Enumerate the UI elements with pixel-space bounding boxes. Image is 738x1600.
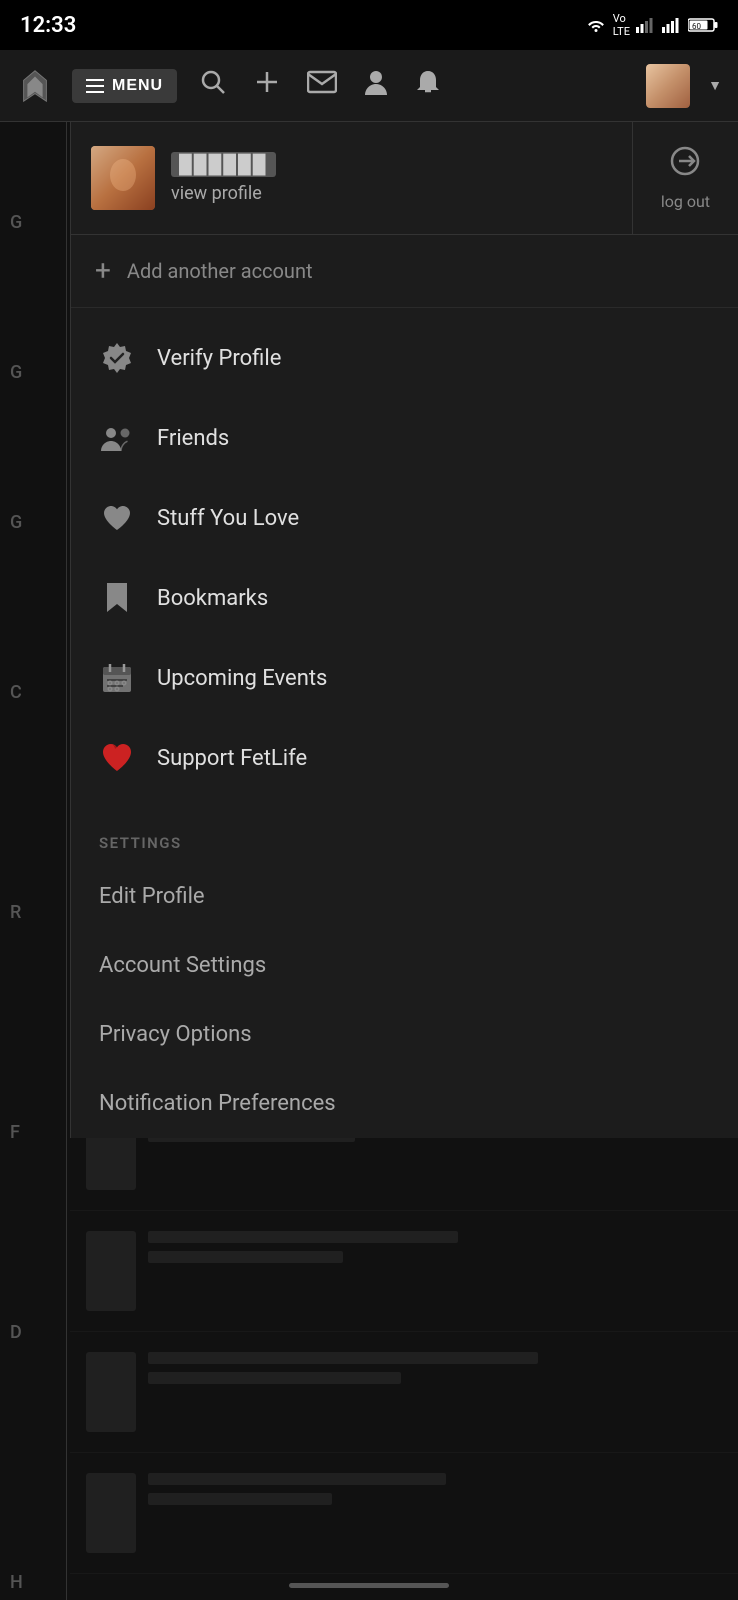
- friends-icon: [99, 420, 135, 456]
- settings-item-privacy-options[interactable]: Privacy Options: [71, 1000, 738, 1069]
- menu-item-bookmarks[interactable]: Bookmarks: [71, 558, 738, 638]
- logout-text: log out: [661, 192, 710, 211]
- settings-item-edit-profile[interactable]: Edit Profile: [71, 862, 738, 931]
- dropdown-menu-panel: ██████ view profile log out + Add: [70, 122, 738, 1138]
- side-letter-c: C: [10, 682, 22, 703]
- notification-bell-icon[interactable]: [411, 64, 445, 107]
- add-account-icon: +: [95, 257, 111, 285]
- menu-button[interactable]: MENU: [72, 69, 177, 103]
- upcoming-events-icon: [99, 660, 135, 696]
- menu-item-friends[interactable]: Friends: [71, 398, 738, 478]
- page-content: G G G C R F D H: [0, 122, 738, 1600]
- nav-dropdown-arrow: ▼: [708, 77, 722, 94]
- menu-item-upcoming-events[interactable]: Upcoming Events: [71, 638, 738, 718]
- signal-icon2: [662, 17, 682, 33]
- settings-section: SETTINGS Edit Profile Account Settings P…: [71, 818, 738, 1138]
- side-letters: G G G C R F D H: [0, 122, 70, 1600]
- privacy-options-label: Privacy Options: [99, 1022, 252, 1047]
- status-icons: VoLTE 60: [585, 12, 718, 38]
- menu-item-verify-profile[interactable]: Verify Profile: [71, 318, 738, 398]
- menu-items: Verify Profile Friends: [71, 308, 738, 808]
- top-nav: MENU ▼: [0, 50, 738, 122]
- side-letter-d: D: [10, 1322, 22, 1343]
- friends-label: Friends: [157, 426, 229, 451]
- profile-avatar: [91, 146, 155, 210]
- verify-profile-icon: [99, 340, 135, 376]
- side-letter-h: H: [10, 1572, 23, 1593]
- verify-profile-label: Verify Profile: [157, 346, 281, 371]
- view-profile-link[interactable]: view profile: [171, 183, 276, 204]
- upcoming-events-label: Upcoming Events: [157, 666, 327, 691]
- add-account-label: Add another account: [127, 259, 313, 283]
- side-letter-g3: G: [10, 512, 22, 533]
- person-icon[interactable]: [359, 64, 393, 107]
- side-letter-r: R: [10, 902, 21, 923]
- settings-header: SETTINGS: [71, 818, 738, 862]
- side-letter-f: F: [10, 1122, 20, 1143]
- logout-icon: [669, 145, 701, 184]
- app-logo: [16, 67, 54, 105]
- profile-username: ██████: [171, 152, 276, 177]
- stuff-you-love-icon: [99, 500, 135, 536]
- logout-button[interactable]: log out: [632, 122, 738, 234]
- settings-item-notification-preferences[interactable]: Notification Preferences: [71, 1069, 738, 1138]
- notification-preferences-label: Notification Preferences: [99, 1091, 336, 1116]
- mail-icon[interactable]: [303, 66, 341, 105]
- menu-item-stuff-you-love[interactable]: Stuff You Love: [71, 478, 738, 558]
- status-time: 12:33: [20, 13, 76, 38]
- menu-label: MENU: [112, 77, 163, 95]
- volte-indicator: VoLTE: [613, 12, 630, 38]
- hamburger-icon: [86, 79, 104, 93]
- home-indicator: [289, 1583, 449, 1588]
- svg-text:60: 60: [692, 22, 701, 31]
- settings-item-account-settings[interactable]: Account Settings: [71, 931, 738, 1000]
- status-bar: 12:33 VoLTE 60: [0, 0, 738, 50]
- stuff-you-love-label: Stuff You Love: [157, 506, 299, 531]
- battery-icon: 60: [688, 17, 718, 33]
- bookmarks-icon: [99, 580, 135, 616]
- account-settings-label: Account Settings: [99, 953, 266, 978]
- menu-item-support-fetlife[interactable]: Support FetLife: [71, 718, 738, 798]
- signal-icon: [636, 17, 656, 33]
- support-fetlife-icon: [99, 740, 135, 776]
- nav-avatar[interactable]: [646, 64, 690, 108]
- search-icon[interactable]: [195, 64, 231, 107]
- profile-section: ██████ view profile log out: [71, 122, 738, 235]
- add-icon[interactable]: [249, 64, 285, 107]
- profile-left[interactable]: ██████ view profile: [71, 122, 632, 234]
- edit-profile-label: Edit Profile: [99, 884, 205, 909]
- bookmarks-label: Bookmarks: [157, 586, 268, 611]
- support-fetlife-label: Support FetLife: [157, 746, 307, 771]
- wifi-icon: [585, 17, 607, 33]
- add-account-row[interactable]: + Add another account: [71, 235, 738, 308]
- side-letter-g: G: [10, 212, 22, 233]
- side-letter-g2: G: [10, 362, 22, 383]
- profile-info: ██████ view profile: [171, 152, 276, 204]
